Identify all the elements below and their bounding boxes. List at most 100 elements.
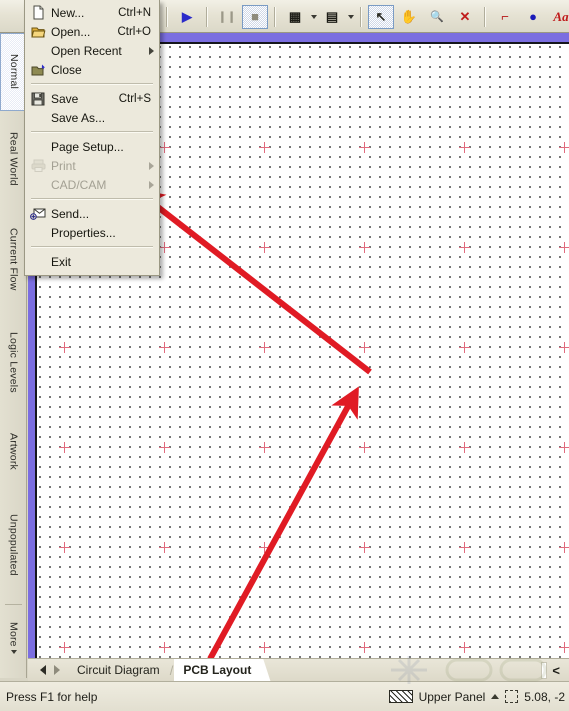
sidebar-item-real-world[interactable]: Real World (0, 111, 27, 207)
tab-nav-arrows[interactable] (28, 662, 68, 678)
menu-item-open-recent[interactable]: Open Recent (25, 41, 159, 60)
sidebar-item-logic-levels[interactable]: Logic Levels (0, 311, 27, 413)
sidebar-divider (4, 604, 22, 605)
sidebar-item-label: Normal (8, 54, 20, 90)
spinner-up-icon[interactable] (491, 694, 500, 699)
menu-icon-placeholder (27, 137, 49, 156)
sidebar-item-current-flow[interactable]: Current Flow (0, 207, 27, 311)
play-run-icon: ▶ (182, 8, 192, 24)
menu-separator (31, 131, 153, 133)
menu-item-open[interactable]: Open... Ctrl+O (25, 22, 159, 41)
menu-item-label: Page Setup... (51, 139, 124, 154)
sidebar-item-label: Current Flow (7, 227, 20, 291)
layer-stack-icon: ▤ (325, 8, 339, 24)
menu-item-properties[interactable]: Properties... (25, 223, 159, 242)
tab-prev-button[interactable] (36, 662, 50, 678)
menu-item-label: Open Recent (51, 43, 122, 58)
zoom-magnifier-button[interactable]: 🔍 (424, 5, 450, 29)
menu-item-label: Send... (51, 206, 90, 221)
toolbar-separator (484, 6, 486, 27)
stop-button[interactable]: ■ (242, 4, 268, 29)
layer-view-sidebar: Normal Real World Current Flow Logic Levels… (0, 33, 27, 678)
close-folder-icon (27, 60, 49, 79)
sidebar-item-label: More (7, 622, 20, 647)
menu-item-label: Print (51, 158, 76, 173)
document-tab-bar: Circuit Diagram / PCB Layout < (28, 658, 569, 681)
menu-item-save[interactable]: Save Ctrl+S (25, 89, 159, 108)
status-bar: Press F1 for help Upper Panel 5.08, -2 (0, 681, 569, 711)
sidebar-item-artwork[interactable]: Artwork (0, 413, 27, 489)
pan-hand-button[interactable]: ✋ (396, 5, 422, 29)
tab-edge (249, 659, 272, 681)
pause-button[interactable]: ❙❙ (214, 5, 240, 29)
track-route-icon: ⌐ (501, 9, 509, 24)
document-tab-label: PCB Layout (183, 663, 252, 677)
menu-separator (31, 246, 153, 248)
menu-item-close[interactable]: Close (25, 60, 159, 79)
pause-icon: ❙❙ (217, 11, 237, 23)
delete-cross-button[interactable]: ✕ (452, 5, 478, 29)
text-tool-icon: Aa (553, 8, 569, 24)
status-coordinates: 5.08, -2 (524, 689, 565, 704)
open-folder-icon (27, 22, 49, 41)
sidebar-item-unpopulated[interactable]: Unpopulated (0, 489, 27, 601)
menu-item-page-setup[interactable]: Page Setup... (25, 137, 159, 156)
toolbar-separator (274, 6, 276, 27)
tab-collapse-button[interactable]: < (547, 663, 565, 678)
via-pad-button[interactable]: ● (520, 5, 546, 29)
stop-icon: ■ (251, 9, 259, 24)
menu-separator (31, 83, 153, 85)
sidebar-item-label: Unpopulated (7, 514, 20, 576)
menu-separator (31, 198, 153, 200)
menu-icon-placeholder (27, 41, 49, 60)
selection-box-icon (505, 690, 519, 703)
tab-next-button[interactable] (50, 662, 64, 678)
submenu-arrow-icon (149, 161, 154, 170)
application-window: ▶❙❙■▦▤↖✋🔍✕⌐●Aa▪|▨ NormalReal WorldCurren… (0, 0, 569, 711)
save-diskette-icon (27, 89, 49, 108)
menu-item-send[interactable]: Send... (25, 204, 159, 223)
sidebar-item-more[interactable]: More (0, 608, 27, 668)
document-tab-label: Circuit Diagram (77, 663, 160, 677)
toolbar-separator (166, 6, 168, 27)
menu-item-new[interactable]: New... Ctrl+N (25, 3, 159, 22)
submenu-arrow-icon (149, 180, 154, 189)
menu-item-label: Save (51, 91, 79, 106)
grid-settings-icon: ▦ (288, 8, 302, 24)
delete-cross-icon: ✕ (459, 8, 471, 24)
menu-item-shortcut: Ctrl+N (118, 6, 151, 19)
grid-settings-button[interactable]: ▦ (282, 5, 308, 29)
chevron-down-icon[interactable] (10, 649, 17, 654)
menu-item-shortcut: Ctrl+S (118, 92, 151, 105)
document-tab-circuit-diagram[interactable]: Circuit Diagram (68, 659, 169, 681)
status-layer-name: Upper Panel (418, 689, 486, 704)
toolbar-separator (360, 6, 362, 27)
menu-item-label: Open... (51, 24, 91, 39)
sidebar-item-label: Artwork (7, 432, 20, 470)
menu-item-shortcut: Ctrl+O (117, 25, 151, 38)
text-tool-button[interactable]: Aa (548, 5, 569, 29)
menu-item-label: New... (51, 5, 85, 20)
menu-item-label: Close (51, 62, 82, 77)
via-pad-icon: ● (529, 9, 537, 24)
play-run-button[interactable]: ▶ (174, 5, 200, 29)
track-route-button[interactable]: ⌐ (492, 5, 518, 29)
select-pointer-button[interactable]: ↖ (368, 4, 394, 29)
menu-item-save-as[interactable]: Save As... (25, 108, 159, 127)
menu-item-cad-cam: CAD/CAM (25, 175, 159, 194)
document-tab-pcb-layout[interactable]: PCB Layout (174, 659, 272, 681)
menu-icon-placeholder (27, 108, 49, 127)
chevron-down-icon[interactable] (309, 5, 318, 29)
toolbar-separator (206, 6, 208, 27)
hatched-swatch-icon (388, 690, 413, 703)
sidebar-item-normal[interactable]: Normal (0, 33, 27, 111)
menu-item-exit[interactable]: Exit (25, 252, 159, 271)
file-menu-popup[interactable]: New... Ctrl+N Open... Ctrl+O Open Recent Clos… (24, 0, 160, 276)
menu-item-label: Exit (51, 254, 72, 269)
send-mail-icon (27, 204, 49, 223)
new-document-icon (27, 3, 49, 22)
chevron-down-icon[interactable] (346, 5, 355, 29)
menu-icon-placeholder (27, 223, 49, 242)
menu-item-label: Properties... (51, 225, 116, 240)
layer-stack-button[interactable]: ▤ (319, 5, 345, 29)
